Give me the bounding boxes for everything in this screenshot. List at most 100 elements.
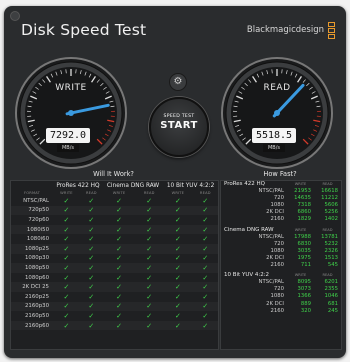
table-row: 1080p30 ✓ ✓ ✓ ✓ ✓ ✓ [11, 254, 218, 264]
close-button[interactable] [10, 11, 20, 21]
write-fps-value: 6830 [297, 240, 311, 247]
check-icon: ✓ [192, 243, 218, 254]
read-fps-value: 6201 [324, 279, 338, 286]
settings-button[interactable]: ⚙ [169, 73, 187, 91]
check-icon: ✓ [202, 215, 209, 224]
check-icon: ✓ [192, 205, 218, 216]
check-icon: ✓ [174, 196, 181, 205]
table-row: 720p50 ✓ ✓ ✓ ✓ ✓ ✓ [11, 205, 218, 216]
check-icon: ✓ [102, 224, 136, 235]
table-row: 1080 1366 1046 [221, 293, 341, 300]
read-fps-value: 11212 [321, 195, 338, 202]
check-icon: ✓ [163, 224, 193, 235]
read-speed-unit: MB/s [263, 144, 285, 152]
read-column-header: READ [322, 227, 333, 232]
write-column-header: WRITE [294, 227, 307, 232]
table-row: 2K DCI 6860 5256 [221, 209, 341, 216]
group-name: ProRes 422 HQ [224, 181, 266, 187]
check-icon: ✓ [174, 215, 181, 224]
check-icon: ✓ [79, 301, 103, 312]
how-fast-panel: ProRes 422 HQ WRITE READ NTSC/PAL 21953 16618… [220, 180, 342, 350]
write-fps-value: 320 [300, 307, 311, 314]
write-fps-value: 3073 [297, 286, 311, 293]
write-fps-value: 1975 [297, 254, 311, 261]
check-icon: ✓ [146, 215, 153, 224]
write-fps-value: 3035 [297, 247, 311, 254]
check-icon: ✓ [53, 263, 80, 273]
group-header-row: ProRes 422 HQ WRITE READ [221, 181, 341, 188]
read-fps-value: 545 [327, 262, 338, 269]
check-icon: ✓ [163, 320, 193, 331]
gauge-needle-hub [68, 110, 74, 116]
check-icon: ✓ [135, 205, 164, 216]
check-icon: ✓ [116, 254, 123, 263]
check-icon: ✓ [63, 235, 70, 244]
format-label: 2K DCI 25 [11, 282, 53, 292]
check-icon: ✓ [135, 301, 164, 312]
format-label: 720p60 [28, 216, 49, 223]
check-icon: ✓ [146, 292, 153, 301]
check-icon: ✓ [146, 254, 153, 263]
table-row: 2K DCI 1975 1513 [221, 255, 341, 262]
table-row: 1080p50 ✓ ✓ ✓ ✓ ✓ ✓ [11, 263, 218, 273]
resolution-label: 2K DCI [266, 254, 284, 261]
check-icon: ✓ [79, 320, 103, 331]
check-icon: ✓ [192, 224, 218, 235]
check-icon: ✓ [146, 273, 153, 282]
write-column-header: WRITE [294, 273, 307, 278]
resolution-label: 720 [273, 240, 284, 247]
format-label: 2160p60 [11, 320, 53, 331]
read-fps-value: 245 [327, 307, 338, 314]
check-icon: ✓ [163, 243, 193, 254]
group-header-row: Cinema DNG RAW WRITE READ [221, 227, 341, 234]
write-fps-value: 14635 [294, 195, 311, 202]
check-icon: ✓ [88, 215, 95, 224]
read-fps-value: 1046 [324, 293, 338, 300]
resolution-label: NTSC/PAL [258, 233, 284, 240]
read-gauge-dial [221, 57, 333, 169]
check-icon: ✓ [53, 282, 80, 292]
format-label: 1080p50 [11, 263, 53, 273]
will-it-work-panel: ProRes 422 HQ Cinema DNG RAW 10 Bit YUV … [10, 180, 219, 350]
check-icon: ✓ [202, 196, 209, 205]
read-fps-value: 1402 [324, 216, 338, 223]
resolution-label: 2160 [270, 262, 284, 269]
check-icon: ✓ [174, 235, 181, 244]
format-label: 1080i60 [26, 236, 49, 243]
check-icon: ✓ [53, 301, 80, 312]
check-icon: ✓ [88, 196, 95, 205]
write-column-header: WRITE [294, 182, 307, 186]
check-icon: ✓ [79, 224, 103, 235]
resolution-label: NTSC/PAL [258, 188, 284, 195]
table-row: 2160p25 ✓ ✓ ✓ ✓ ✓ ✓ [11, 292, 218, 302]
write-speed-value: 7292.0 [46, 128, 90, 143]
check-icon: ✓ [63, 273, 70, 282]
resolution-label: 2K DCI [266, 209, 284, 216]
resolution-label: 2K DCI [266, 300, 284, 307]
check-icon: ✓ [63, 311, 70, 320]
check-icon: ✓ [102, 320, 136, 331]
format-label: 1080i50 [11, 224, 53, 235]
check-icon: ✓ [202, 273, 209, 282]
check-icon: ✓ [116, 196, 123, 205]
check-icon: ✓ [102, 243, 136, 254]
table-row: 2160p50 ✓ ✓ ✓ ✓ ✓ ✓ [11, 311, 218, 321]
check-icon: ✓ [88, 235, 95, 244]
check-icon: ✓ [192, 301, 218, 312]
app-window: Disk Speed Test Blackmagicdesign WRITE 7… [4, 6, 346, 358]
table-row: 2160 1829 1402 [221, 216, 341, 223]
format-label: 1080p30 [25, 255, 49, 262]
check-icon: ✓ [135, 224, 164, 235]
check-icon: ✓ [135, 282, 164, 292]
format-label: 2160p50 [25, 312, 49, 319]
resolution-label: NTSC/PAL [258, 279, 284, 286]
check-icon: ✓ [116, 215, 123, 224]
check-icon: ✓ [88, 273, 95, 282]
table-row: 2160 320 245 [221, 308, 341, 315]
start-button[interactable]: SPEED TEST START [149, 97, 209, 157]
group-header-row: 10 Bit YUV 4:2:2 WRITE READ [221, 272, 341, 279]
check-icon: ✓ [174, 292, 181, 301]
write-fps-value: 889 [300, 300, 311, 307]
check-icon: ✓ [163, 263, 193, 273]
read-column-header: READ [322, 273, 333, 278]
